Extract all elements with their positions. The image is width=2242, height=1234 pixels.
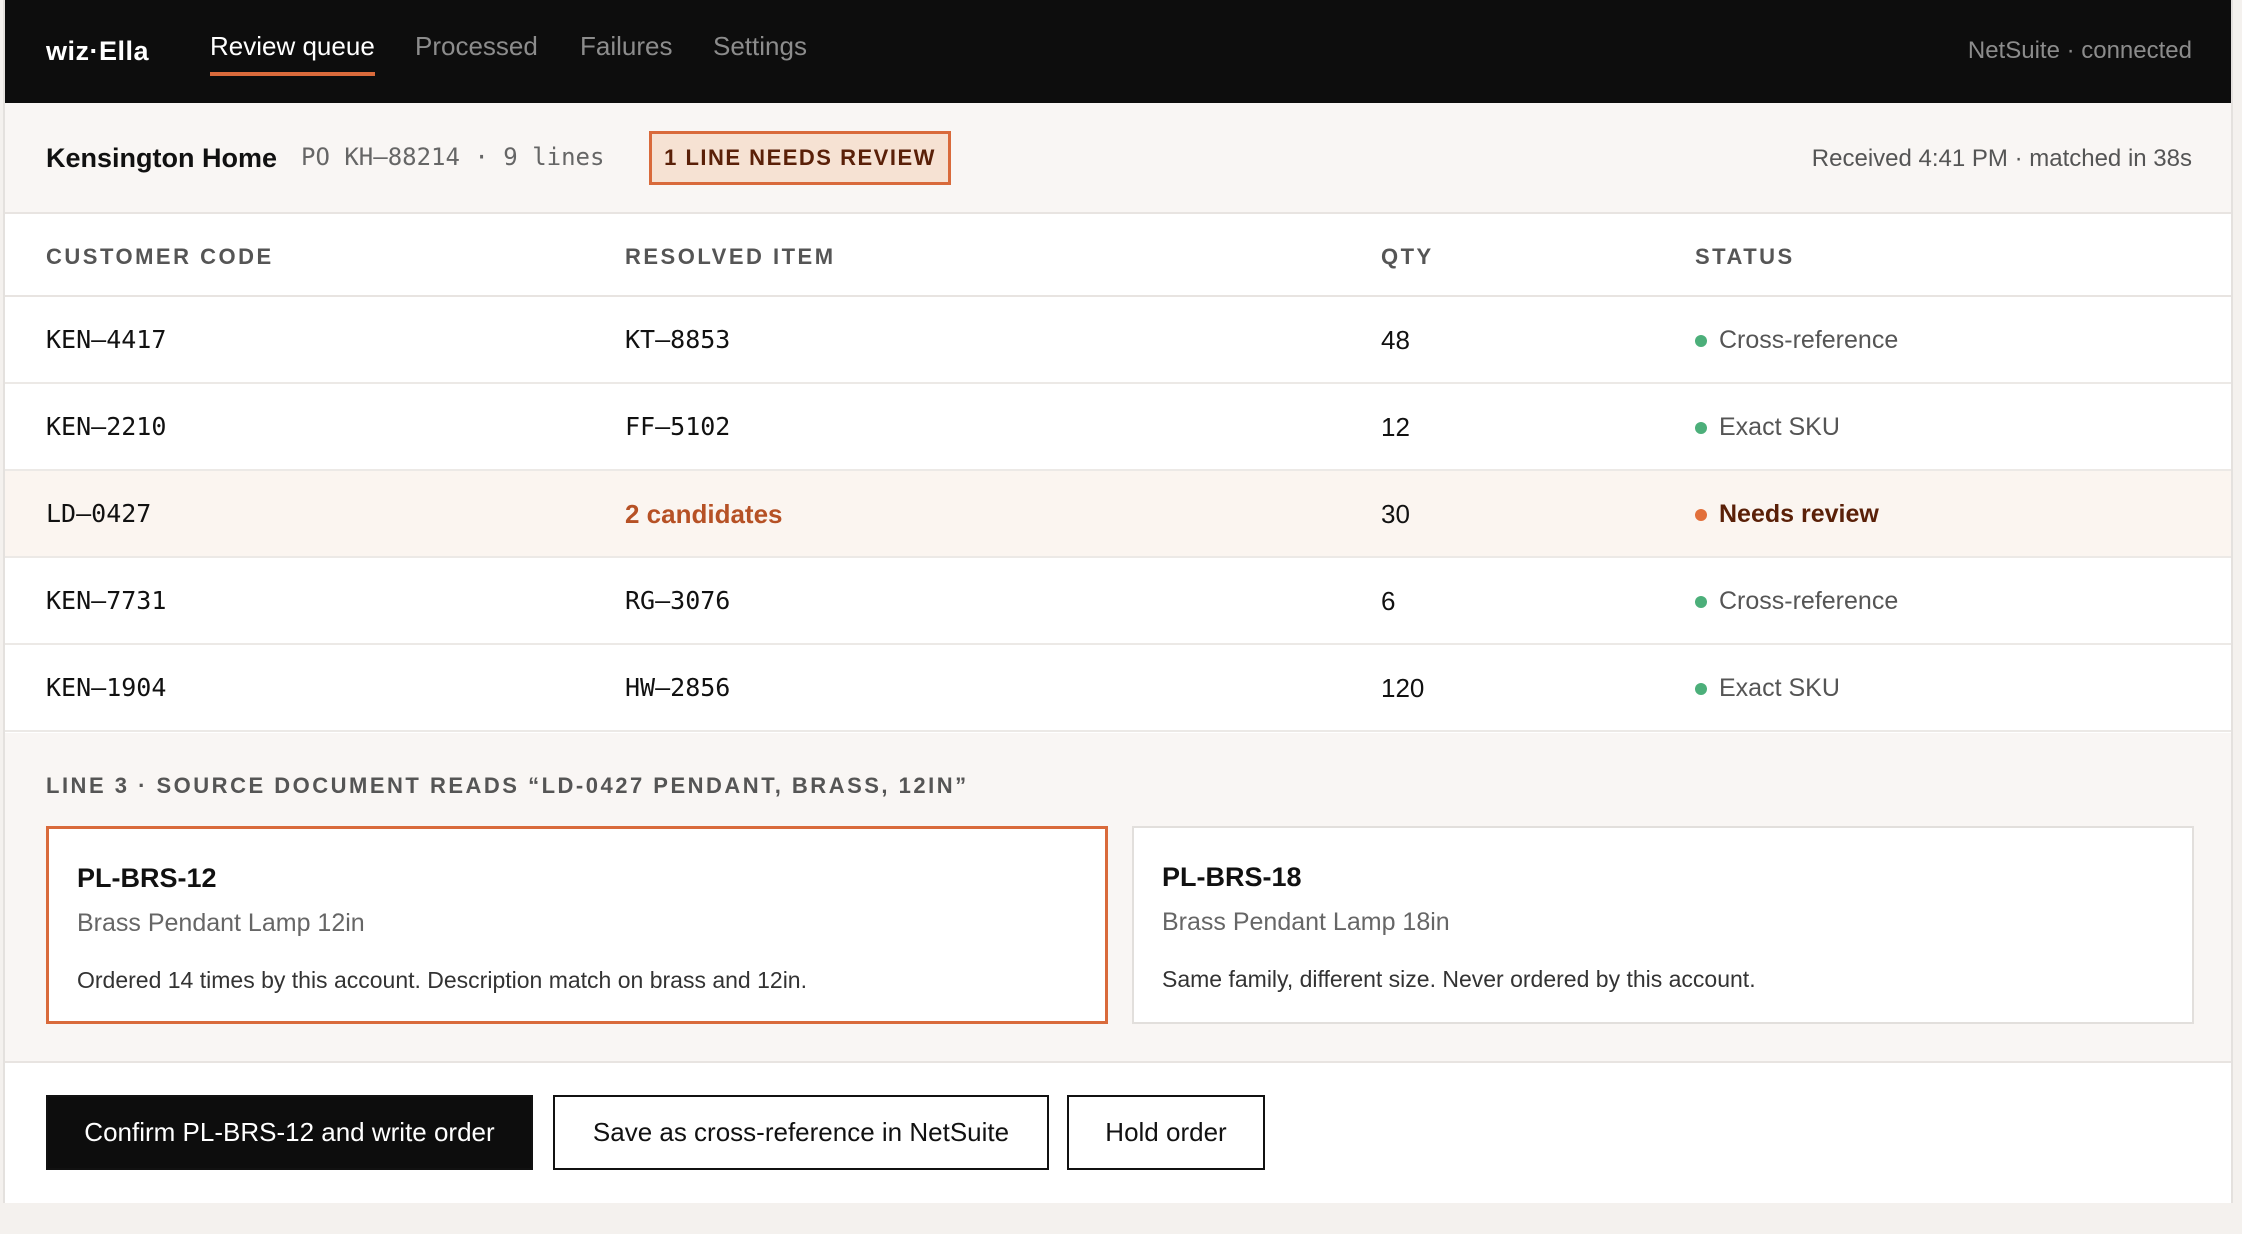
header-customer-code: CUSTOMER CODE [46,244,274,269]
candidate-sku: PL-BRS-18 [1162,862,1302,892]
status-dot-icon [1695,421,1707,434]
table-row[interactable]: KEN–1904 HW–2856 120 Exact SKU [5,645,2231,732]
status-dot-icon [1695,595,1707,608]
order-header: Kensington Home PO KH–88214 · 9 lines 1 … [5,103,2231,214]
customer-name: Kensington Home [46,143,278,173]
candidate-note: Same family, different size. Never order… [1162,966,1756,992]
connection-status: NetSuite · connected [1967,37,2192,64]
status-dot-icon [1695,682,1707,695]
qty: 48 [1381,325,1410,355]
hold-order-button[interactable]: Hold order [1067,1095,1265,1170]
qty: 30 [1381,499,1410,529]
candidates-link[interactable]: 2 candidates [625,499,783,530]
status-label: Needs review [1719,500,1879,528]
status: Exact SKU [1695,413,1840,442]
tab-settings[interactable]: Settings [713,31,807,72]
customer-code: LD–0427 [46,499,152,528]
header-qty: QTY [1381,244,1434,269]
status: Cross-reference [1695,326,1898,355]
customer-code: KEN–4417 [46,325,167,354]
table-row[interactable]: KEN–4417 KT–8853 48 Cross-reference [5,297,2231,384]
line-review-panel: LINE 3 · SOURCE DOCUMENT READS “LD-0427 … [5,733,2231,1063]
status-dot-icon [1695,334,1707,347]
confirm-order-button[interactable]: Confirm PL-BRS-12 and write order [46,1095,533,1170]
candidate-card-selected[interactable]: PL-BRS-12 Brass Pendant Lamp 12in Ordere… [46,826,1108,1024]
action-bar: Confirm PL-BRS-12 and write order Save a… [5,1063,2231,1203]
table-row[interactable]: KEN–7731 RG–3076 6 Cross-reference [5,558,2231,645]
status-label: Exact SKU [1719,413,1840,441]
review-panel-title: LINE 3 · SOURCE DOCUMENT READS “LD-0427 … [46,773,969,798]
resolved-item: FF–5102 [625,412,731,441]
top-nav: wiz·Ella Review queue Processed Failures… [5,0,2231,103]
order-lines-table: CUSTOMER CODE RESOLVED ITEM QTY STATUS K… [5,214,2231,732]
tab-processed[interactable]: Processed [415,31,538,72]
customer-code: KEN–1904 [46,673,167,702]
header-resolved-item: RESOLVED ITEM [625,244,836,269]
table-row[interactable]: KEN–2210 FF–5102 12 Exact SKU [5,384,2231,471]
received-info: Received 4:41 PM · matched in 38s [1811,145,2192,172]
candidate-note: Ordered 14 times by this account. Descri… [77,967,807,993]
status: Needs review [1695,500,1879,529]
customer-code: KEN–2210 [46,412,167,441]
app-logo: wiz·Ella [46,36,150,66]
status: Exact SKU [1695,674,1840,703]
candidate-sku: PL-BRS-12 [77,863,217,893]
save-cross-reference-button[interactable]: Save as cross-reference in NetSuite [553,1095,1049,1170]
header-status: STATUS [1695,244,1795,269]
po-info: PO KH–88214 · 9 lines [301,143,605,171]
table-header: CUSTOMER CODE RESOLVED ITEM QTY STATUS [5,214,2231,297]
candidate-description: Brass Pendant Lamp 18in [1162,908,1450,936]
status-label: Cross-reference [1719,587,1899,615]
candidate-description: Brass Pendant Lamp 12in [77,909,365,937]
table-row-flagged[interactable]: LD–0427 2 candidates 30 Needs review [5,471,2231,558]
resolved-item: RG–3076 [625,586,731,615]
qty: 120 [1381,673,1425,703]
status: Cross-reference [1695,587,1898,616]
review-badge: 1 LINE NEEDS REVIEW [649,131,951,185]
qty: 6 [1381,586,1396,616]
status-dot-icon [1695,508,1707,521]
app-frame: wiz·Ella Review queue Processed Failures… [3,0,2233,1203]
candidate-card[interactable]: PL-BRS-18 Brass Pendant Lamp 18in Same f… [1132,826,2194,1024]
resolved-item: KT–8853 [625,325,731,354]
customer-code: KEN–7731 [46,586,167,615]
status-label: Cross-reference [1719,326,1899,354]
resolved-item: HW–2856 [625,673,731,702]
tab-review-queue[interactable]: Review queue [210,31,375,76]
status-label: Exact SKU [1719,674,1840,702]
qty: 12 [1381,412,1410,442]
tab-failures[interactable]: Failures [580,31,672,72]
